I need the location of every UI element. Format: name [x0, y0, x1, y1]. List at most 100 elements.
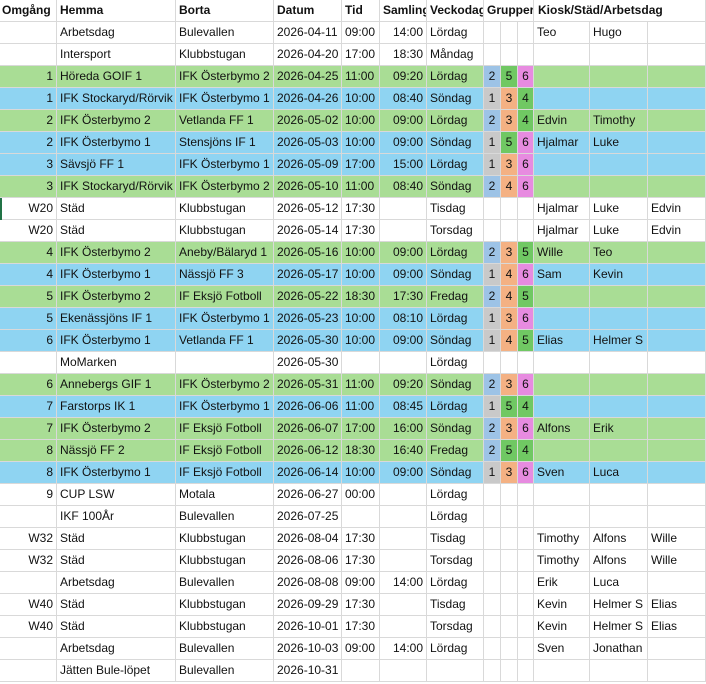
- kiosk-2-cell[interactable]: [590, 66, 648, 88]
- hemma-cell[interactable]: IFK Österbymo 1: [57, 462, 176, 484]
- veckodag-cell[interactable]: Torsdag: [427, 616, 484, 638]
- borta-cell[interactable]: Klubbstugan: [176, 44, 274, 66]
- veckodag-cell[interactable]: Söndag: [427, 462, 484, 484]
- borta-cell[interactable]: IF Eksjö Fotboll: [176, 462, 274, 484]
- grupp-2-cell[interactable]: 5: [501, 132, 518, 154]
- samling-cell[interactable]: [380, 660, 427, 682]
- kiosk-2-cell[interactable]: [590, 154, 648, 176]
- hemma-cell[interactable]: Arbetsdag: [57, 22, 176, 44]
- header-grupper[interactable]: Grupper: [484, 0, 534, 22]
- omgang-cell[interactable]: [0, 22, 57, 44]
- datum-cell[interactable]: 2026-05-16: [274, 242, 342, 264]
- hemma-cell[interactable]: IFK Stockaryd/Rörvik: [57, 88, 176, 110]
- samling-cell[interactable]: [380, 528, 427, 550]
- kiosk-1-cell[interactable]: Wille: [534, 242, 590, 264]
- kiosk-3-cell[interactable]: [648, 374, 706, 396]
- grupp-2-cell[interactable]: 3: [501, 88, 518, 110]
- datum-cell[interactable]: 2026-04-20: [274, 44, 342, 66]
- kiosk-2-cell[interactable]: Timothy: [590, 110, 648, 132]
- tid-cell[interactable]: 17:00: [342, 154, 380, 176]
- samling-cell[interactable]: 09:00: [380, 264, 427, 286]
- grupp-2-cell[interactable]: [501, 22, 518, 44]
- kiosk-3-cell[interactable]: Elias: [648, 594, 706, 616]
- omgang-cell[interactable]: [0, 638, 57, 660]
- kiosk-1-cell[interactable]: Hjalmar: [534, 198, 590, 220]
- kiosk-2-cell[interactable]: Luke: [590, 132, 648, 154]
- veckodag-cell[interactable]: Tisdag: [427, 528, 484, 550]
- grupp-2-cell[interactable]: 4: [501, 176, 518, 198]
- datum-cell[interactable]: 2026-05-17: [274, 264, 342, 286]
- tid-cell[interactable]: 17:30: [342, 616, 380, 638]
- kiosk-2-cell[interactable]: [590, 660, 648, 682]
- samling-cell[interactable]: 08:40: [380, 88, 427, 110]
- kiosk-2-cell[interactable]: Helmer S: [590, 330, 648, 352]
- samling-cell[interactable]: [380, 220, 427, 242]
- samling-cell[interactable]: [380, 198, 427, 220]
- samling-cell[interactable]: 09:00: [380, 110, 427, 132]
- kiosk-2-cell[interactable]: [590, 374, 648, 396]
- omgang-cell[interactable]: 7: [0, 418, 57, 440]
- borta-cell[interactable]: Stensjöns IF 1: [176, 132, 274, 154]
- veckodag-cell[interactable]: Lördag: [427, 572, 484, 594]
- veckodag-cell[interactable]: Söndag: [427, 88, 484, 110]
- kiosk-1-cell[interactable]: Kevin: [534, 594, 590, 616]
- omgang-cell[interactable]: W40: [0, 594, 57, 616]
- kiosk-1-cell[interactable]: [534, 484, 590, 506]
- kiosk-2-cell[interactable]: [590, 176, 648, 198]
- borta-cell[interactable]: IF Eksjö Fotboll: [176, 418, 274, 440]
- grupp-1-cell[interactable]: [484, 198, 501, 220]
- kiosk-1-cell[interactable]: [534, 308, 590, 330]
- kiosk-2-cell[interactable]: [590, 308, 648, 330]
- samling-cell[interactable]: [380, 550, 427, 572]
- grupp-1-cell[interactable]: 1: [484, 330, 501, 352]
- kiosk-2-cell[interactable]: [590, 506, 648, 528]
- omgang-cell[interactable]: 1: [0, 66, 57, 88]
- kiosk-1-cell[interactable]: Sam: [534, 264, 590, 286]
- grupp-1-cell[interactable]: 2: [484, 286, 501, 308]
- datum-cell[interactable]: 2026-05-23: [274, 308, 342, 330]
- borta-cell[interactable]: Klubbstugan: [176, 528, 274, 550]
- grupp-1-cell[interactable]: 1: [484, 88, 501, 110]
- kiosk-3-cell[interactable]: Elias: [648, 616, 706, 638]
- kiosk-1-cell[interactable]: Erik: [534, 572, 590, 594]
- kiosk-3-cell[interactable]: [648, 66, 706, 88]
- grupp-2-cell[interactable]: 3: [501, 462, 518, 484]
- hemma-cell[interactable]: IFK Österbymo 2: [57, 286, 176, 308]
- omgang-cell[interactable]: [0, 44, 57, 66]
- veckodag-cell[interactable]: [427, 660, 484, 682]
- samling-cell[interactable]: 09:20: [380, 66, 427, 88]
- grupp-2-cell[interactable]: [501, 594, 518, 616]
- borta-cell[interactable]: Aneby/Bälaryd 1: [176, 242, 274, 264]
- grupp-3-cell[interactable]: 5: [518, 242, 534, 264]
- omgang-cell[interactable]: 1: [0, 88, 57, 110]
- kiosk-2-cell[interactable]: Helmer S: [590, 616, 648, 638]
- kiosk-3-cell[interactable]: [648, 638, 706, 660]
- kiosk-1-cell[interactable]: [534, 44, 590, 66]
- borta-cell[interactable]: IFK Österbymo 1: [176, 396, 274, 418]
- borta-cell[interactable]: Bulevallen: [176, 22, 274, 44]
- kiosk-3-cell[interactable]: [648, 396, 706, 418]
- kiosk-3-cell[interactable]: [648, 154, 706, 176]
- hemma-cell[interactable]: IFK Österbymo 1: [57, 132, 176, 154]
- tid-cell[interactable]: 18:30: [342, 440, 380, 462]
- grupp-2-cell[interactable]: [501, 616, 518, 638]
- kiosk-2-cell[interactable]: Erik: [590, 418, 648, 440]
- hemma-cell[interactable]: Jätten Bule-löpet: [57, 660, 176, 682]
- tid-cell[interactable]: 17:00: [342, 44, 380, 66]
- omgang-cell[interactable]: 6: [0, 330, 57, 352]
- grupp-2-cell[interactable]: [501, 352, 518, 374]
- omgang-cell[interactable]: 4: [0, 264, 57, 286]
- grupp-1-cell[interactable]: [484, 594, 501, 616]
- header-samling[interactable]: Samling: [380, 0, 427, 22]
- hemma-cell[interactable]: MoMarken: [57, 352, 176, 374]
- grupp-3-cell[interactable]: [518, 352, 534, 374]
- grupp-1-cell[interactable]: 2: [484, 242, 501, 264]
- datum-cell[interactable]: 2026-06-07: [274, 418, 342, 440]
- kiosk-1-cell[interactable]: [534, 176, 590, 198]
- veckodag-cell[interactable]: Fredag: [427, 286, 484, 308]
- omgang-cell[interactable]: [0, 506, 57, 528]
- veckodag-cell[interactable]: Lördag: [427, 352, 484, 374]
- omgang-cell[interactable]: W32: [0, 528, 57, 550]
- grupp-2-cell[interactable]: 3: [501, 418, 518, 440]
- kiosk-2-cell[interactable]: Helmer S: [590, 594, 648, 616]
